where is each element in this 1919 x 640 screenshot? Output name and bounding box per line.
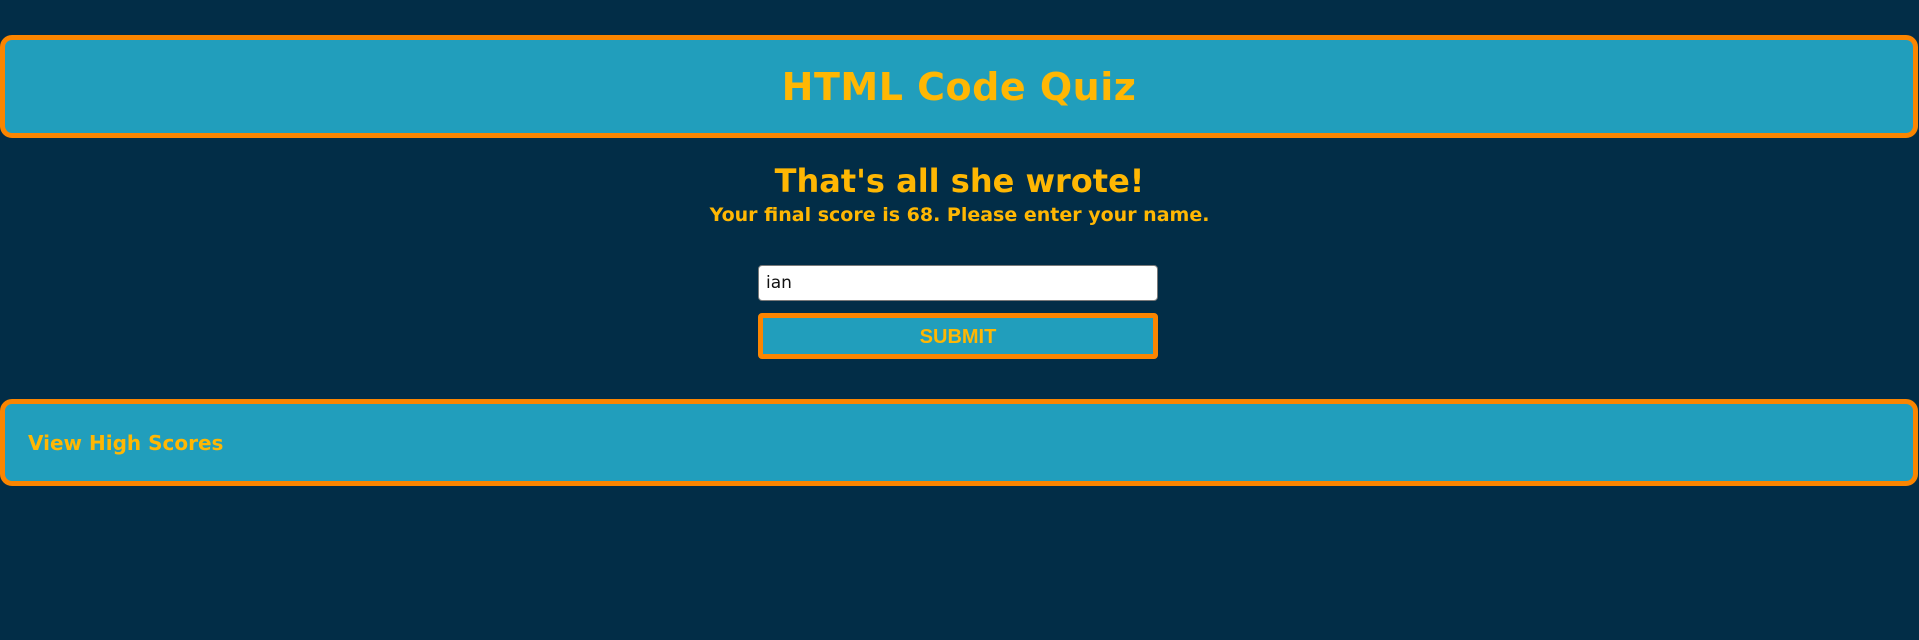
quiz-footer: View High Scores [0, 399, 1918, 486]
end-screen: That's all she wrote! Your final score i… [0, 160, 1919, 228]
submit-button[interactable]: SUBMIT [758, 313, 1158, 359]
name-input[interactable] [758, 265, 1158, 301]
final-score-message: Your final score is 68. Please enter you… [709, 204, 1210, 226]
quiz-header: HTML Code Quiz [0, 35, 1918, 138]
view-high-scores-link[interactable]: View High Scores [28, 431, 223, 455]
end-screen-title: That's all she wrote! [774, 162, 1145, 200]
page-title: HTML Code Quiz [781, 64, 1137, 109]
score-form: SUBMIT [758, 265, 1158, 359]
